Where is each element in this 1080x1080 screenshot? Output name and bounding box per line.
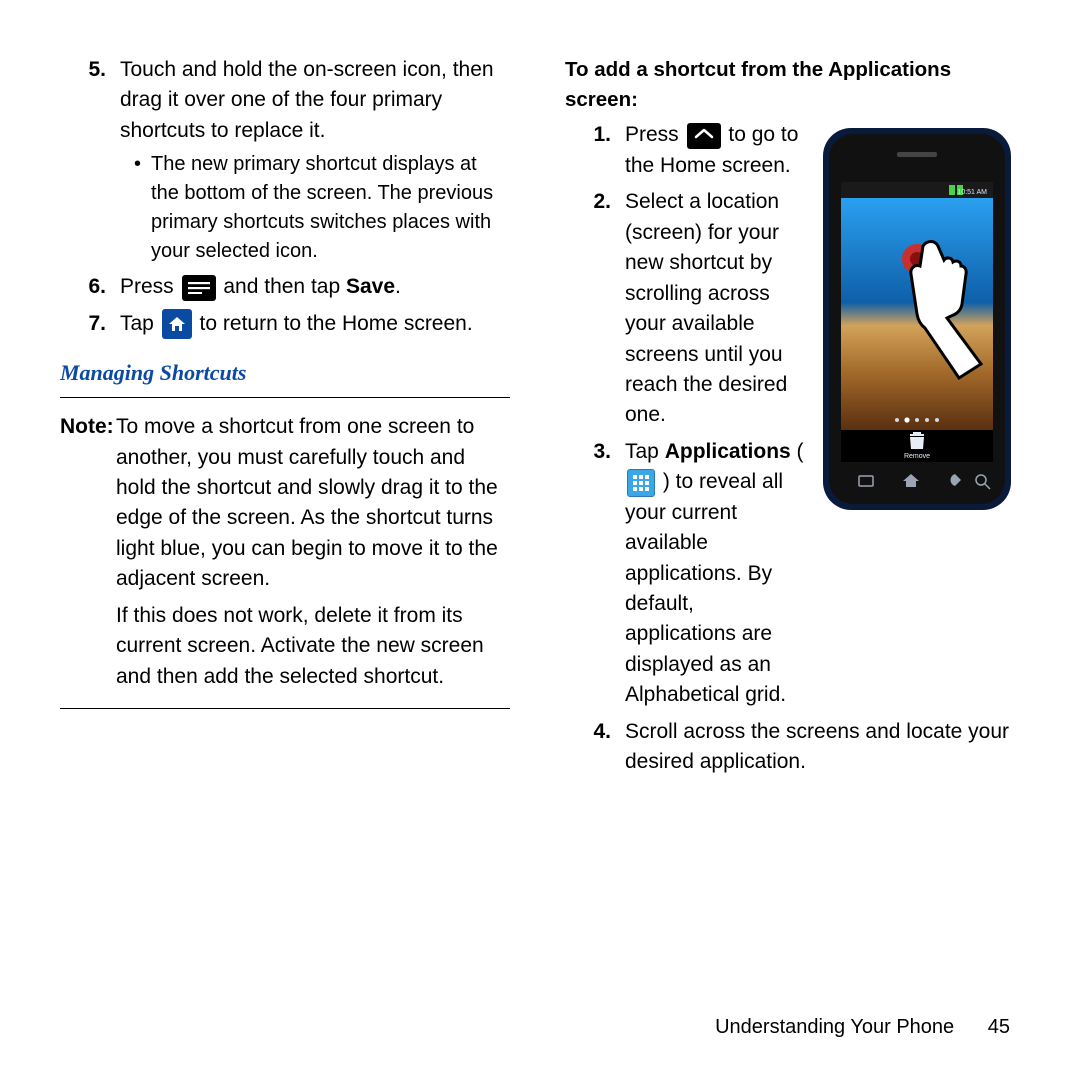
step5-bullets: The new primary shortcut displays at the… bbox=[120, 150, 510, 266]
step-number: 5. bbox=[60, 55, 120, 266]
step-content: Press to go to the Home screen. bbox=[625, 120, 809, 181]
note-box: Note: To move a shortcut from one screen… bbox=[60, 397, 510, 709]
text-post: to return to the Home screen. bbox=[200, 312, 473, 335]
r-step-4: 4. Scroll across the screens and locate … bbox=[565, 717, 1015, 778]
managing-shortcuts-heading: Managing Shortcuts bbox=[60, 357, 510, 389]
note-text-1: To move a shortcut from one screen to an… bbox=[116, 412, 510, 595]
text-pre: Press bbox=[120, 275, 180, 298]
step-text: Select a location (screen) for your new … bbox=[625, 190, 787, 426]
note-text-2: If this does not work, delete it from it… bbox=[60, 601, 510, 692]
step-content: Tap Applications ( bbox=[625, 437, 809, 711]
step-number: 2. bbox=[565, 187, 625, 431]
step-7: 7. Tap to return to the Home screen. bbox=[60, 309, 510, 339]
step-content: Tap to return to the Home screen. bbox=[120, 309, 510, 339]
text-pre: Tap bbox=[625, 440, 665, 463]
step-number: 6. bbox=[60, 272, 120, 302]
r-step-1: 1. Press to go to the Home screen. bbox=[565, 120, 809, 181]
note-label: Note: bbox=[60, 412, 116, 595]
save-label: Save bbox=[346, 275, 395, 298]
left-steps-list: 5. Touch and hold the on-screen icon, th… bbox=[60, 55, 510, 339]
step-content: Select a location (screen) for your new … bbox=[625, 187, 809, 431]
left-column: 5. Touch and hold the on-screen icon, th… bbox=[60, 55, 510, 784]
step-content: Scroll across the screens and locate you… bbox=[625, 717, 1015, 778]
paren-open: ( bbox=[791, 440, 804, 463]
bullet-item: The new primary shortcut displays at the… bbox=[134, 150, 510, 266]
step-6: 6. Press and then tap Save. bbox=[60, 272, 510, 302]
step-content: Press and then tap Save. bbox=[120, 272, 510, 302]
home-icon bbox=[162, 309, 192, 339]
applications-icon bbox=[627, 469, 655, 497]
r-step-2: 2. Select a location (screen) for your n… bbox=[565, 187, 809, 431]
page-footer: Understanding Your Phone 45 bbox=[715, 1013, 1010, 1042]
step-text: Touch and hold the on-screen icon, then … bbox=[120, 58, 494, 142]
footer-section: Understanding Your Phone bbox=[715, 1016, 954, 1038]
text-post: to reveal all your current available app… bbox=[625, 470, 786, 706]
step-text: Scroll across the screens and locate you… bbox=[625, 720, 1009, 773]
text-tail: . bbox=[395, 275, 401, 298]
text-pre: Tap bbox=[120, 312, 160, 335]
paren-close: ) bbox=[663, 470, 676, 493]
step-number: 4. bbox=[565, 717, 625, 778]
text-pre: Press bbox=[625, 123, 685, 146]
step-content: Touch and hold the on-screen icon, then … bbox=[120, 55, 510, 266]
menu-icon bbox=[182, 275, 216, 301]
applications-label: Applications bbox=[665, 440, 791, 463]
two-column-layout: 5. Touch and hold the on-screen icon, th… bbox=[60, 55, 1015, 784]
bullet-text: The new primary shortcut displays at the… bbox=[151, 150, 510, 266]
step-number: 3. bbox=[565, 437, 625, 711]
add-shortcut-heading: To add a shortcut from the Applications … bbox=[565, 55, 1015, 114]
home-icon bbox=[687, 123, 721, 149]
right-column: To add a shortcut from the Applications … bbox=[565, 55, 1015, 784]
step-5: 5. Touch and hold the on-screen icon, th… bbox=[60, 55, 510, 266]
svg-text:Remove: Remove bbox=[904, 453, 930, 460]
text-post: and then tap bbox=[223, 275, 346, 298]
footer-page-number: 45 bbox=[988, 1016, 1010, 1038]
step-number: 1. bbox=[565, 120, 625, 181]
r-step-3: 3. Tap Applications ( bbox=[565, 437, 809, 711]
step-number: 7. bbox=[60, 309, 120, 339]
phone-time-text: 10:51 AM bbox=[957, 189, 987, 196]
phone-illustration: 10:51 AM bbox=[819, 124, 1015, 523]
